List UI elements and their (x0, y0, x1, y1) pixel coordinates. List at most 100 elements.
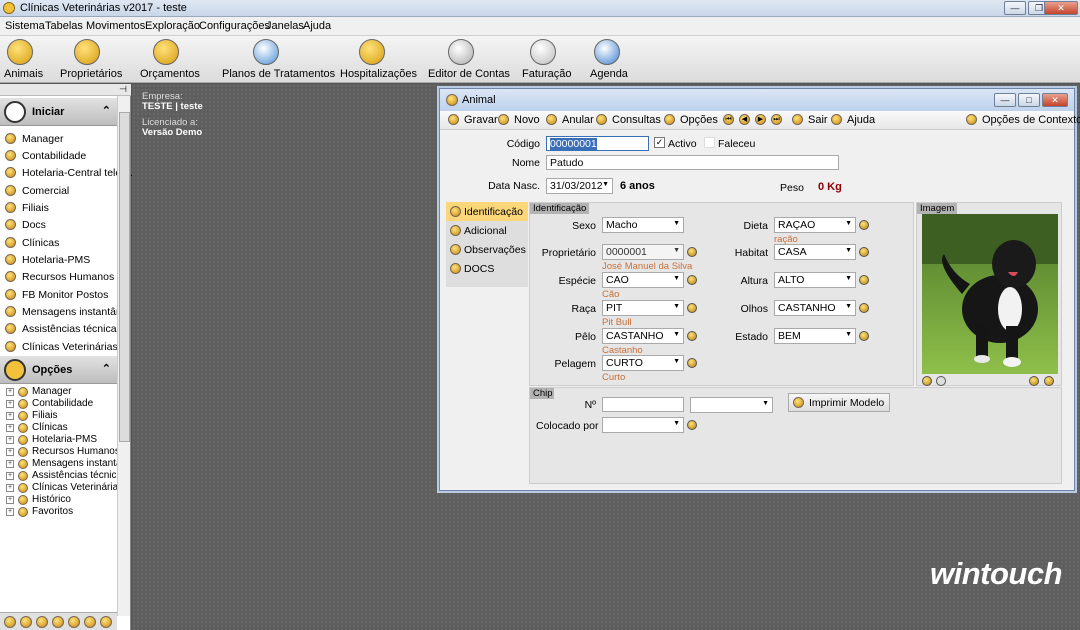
altura-select[interactable]: ALTO (774, 272, 856, 288)
tree-node-clinicas-veterinarias[interactable]: + Clínicas Veterinárias (0, 482, 123, 494)
ajuda-button[interactable]: Ajuda (831, 114, 875, 126)
shortcut-icon[interactable] (36, 616, 48, 628)
tree-node-clinicas[interactable]: + Clínicas (0, 422, 117, 434)
close-button[interactable]: ✕ (1044, 1, 1078, 15)
edit-dieta-icon[interactable] (859, 220, 869, 230)
shortcut-icon[interactable] (68, 616, 80, 628)
menu-exploracao[interactable]: Exploração (145, 20, 200, 32)
tab-identificacao[interactable]: Identificação (446, 202, 528, 221)
minimize-button[interactable]: — (1004, 1, 1026, 15)
edit-especie-icon[interactable] (687, 275, 697, 285)
tab-observacoes[interactable]: Observações (446, 240, 528, 259)
tree-node-contabilidade[interactable]: + Contabilidade (0, 398, 117, 410)
sidebar-scrollbar[interactable] (117, 96, 130, 616)
dieta-select[interactable]: RAÇAO (774, 217, 856, 233)
tree-node-assistencias[interactable]: + Assistências técnicas (0, 470, 127, 482)
chip-type-select[interactable] (690, 397, 773, 413)
novo-button[interactable]: Novo (498, 114, 540, 126)
sidebar-item-comercial[interactable]: Comercial (0, 182, 117, 199)
raca-select[interactable]: PIT (602, 300, 684, 316)
proprietario-select[interactable]: 0000001 (602, 244, 684, 260)
next-record-icon[interactable]: ▶ (755, 114, 766, 125)
tree-node-recursos-humanos[interactable]: + Recursos Humanos (0, 446, 120, 458)
sidebar-item-hotelaria-central[interactable]: Hotelaria-Central telef... (0, 164, 133, 181)
sidebar-item-clinicas-veterinarias[interactable]: Clínicas Veterinárias (0, 338, 118, 355)
opcoes-button[interactable]: Opções (664, 114, 718, 126)
pelagem-select[interactable]: CURTO (602, 355, 684, 371)
toolbar-agenda-button[interactable]: Agenda (590, 39, 628, 80)
sexo-select[interactable]: Macho (602, 217, 684, 233)
collapse-icon[interactable]: ⌃ (102, 104, 111, 117)
toolbar-proprietarios-button[interactable]: Proprietários (60, 39, 122, 80)
data-nasc-picker[interactable]: 31/03/2012 (546, 178, 613, 194)
tree-node-manager[interactable]: + Manager (0, 386, 117, 398)
menu-janelas[interactable]: Janelas (266, 20, 304, 32)
sair-button[interactable]: Sair (792, 114, 828, 126)
tree-node-filiais[interactable]: + Filiais (0, 410, 117, 422)
sidebar-item-contabilidade[interactable]: Contabilidade (0, 147, 117, 164)
chip-n-input[interactable] (602, 397, 684, 412)
edit-olhos-icon[interactable] (859, 303, 869, 313)
remove-image-icon[interactable] (922, 376, 932, 386)
estado-select[interactable]: BEM (774, 328, 856, 344)
toolbar-faturacao-button[interactable]: Faturação (522, 39, 572, 80)
shortcut-icon[interactable] (4, 616, 16, 628)
sidebar-item-mensagens[interactable]: Mensagens instantân... (0, 303, 131, 320)
star-icon[interactable] (84, 616, 96, 628)
sidebar-item-filiais[interactable]: Filiais (0, 199, 117, 216)
sidebar-item-docs[interactable]: Docs (0, 216, 117, 233)
opcoes-contexto-button[interactable]: Opções de Contexto (966, 114, 1080, 126)
iniciar-section-header[interactable]: Iniciar ⌃ (0, 98, 117, 126)
collapse-icon[interactable]: ⌃ (102, 362, 111, 375)
olhos-select[interactable]: CASTANHO (774, 300, 856, 316)
edit-pelo-icon[interactable] (687, 331, 697, 341)
opcoes-section-header[interactable]: Opções ⌃ (0, 356, 117, 384)
first-record-icon[interactable]: ⏮ (723, 114, 734, 125)
menu-tabelas[interactable]: Tabelas (45, 20, 83, 32)
codigo-input[interactable]: 00000001 (546, 136, 649, 151)
edit-pelagem-icon[interactable] (687, 358, 697, 368)
toolbar-editor-contas-button[interactable]: Editor de Contas (428, 39, 510, 80)
close-button[interactable]: ✕ (1042, 93, 1068, 107)
sidebar-item-manager[interactable]: Manager (0, 130, 117, 147)
sidebar-item-clinicas[interactable]: Clínicas (0, 234, 117, 251)
menu-ajuda[interactable]: Ajuda (303, 20, 331, 32)
edit-habitat-icon[interactable] (859, 247, 869, 257)
edit-raca-icon[interactable] (687, 303, 697, 313)
toolbar-animais-button[interactable]: Animais (4, 39, 43, 80)
zoom-image-icon[interactable] (936, 376, 946, 386)
minimize-button[interactable]: — (994, 93, 1016, 107)
pelo-select[interactable]: CASTANHO (602, 328, 684, 344)
shortcut-icon[interactable] (52, 616, 64, 628)
edit-altura-icon[interactable] (859, 275, 869, 285)
sidebar-item-recursos-humanos[interactable]: Recursos Humanos (0, 268, 117, 285)
last-record-icon[interactable]: ⏭ (771, 114, 782, 125)
edit-colocado-por-icon[interactable] (687, 420, 697, 430)
shortcut-icon[interactable] (100, 616, 112, 628)
toolbar-hospitalizacoes-button[interactable]: Hospitalizações (340, 39, 417, 80)
prev-record-icon[interactable]: ◀ (739, 114, 750, 125)
maximize-button[interactable]: □ (1018, 93, 1040, 107)
habitat-select[interactable]: CASA (774, 244, 856, 260)
anular-button[interactable]: Anular (546, 114, 594, 126)
sidebar-item-assistencias[interactable]: Assistências técnicas (0, 320, 122, 337)
sidebar-item-fb-monitor[interactable]: FB Monitor Postos (0, 286, 117, 303)
gravar-button[interactable]: Gravar (448, 114, 498, 126)
activo-checkbox[interactable]: ✓ (654, 137, 665, 148)
imprimir-modelo-button[interactable]: Imprimir Modelo (788, 393, 891, 412)
menu-sistema[interactable]: Sistema (5, 20, 45, 32)
menu-movimentos[interactable]: Movimentos (86, 20, 145, 32)
shortcut-icon[interactable] (20, 616, 32, 628)
upload-image-icon[interactable] (1044, 376, 1054, 386)
colocado-por-select[interactable] (602, 417, 684, 433)
tab-adicional[interactable]: Adicional (446, 221, 528, 240)
menu-configuracoes[interactable]: Configurações (199, 20, 270, 32)
edit-estado-icon[interactable] (859, 331, 869, 341)
tree-node-favoritos[interactable]: + Favoritos (0, 506, 117, 518)
scrollbar-thumb[interactable] (119, 112, 130, 442)
tree-node-historico[interactable]: + Histórico (0, 494, 117, 506)
consultas-button[interactable]: Consultas (596, 114, 661, 126)
faleceu-checkbox[interactable] (704, 137, 715, 148)
nome-input[interactable]: Patudo (546, 155, 839, 170)
camera-icon[interactable] (1029, 376, 1039, 386)
